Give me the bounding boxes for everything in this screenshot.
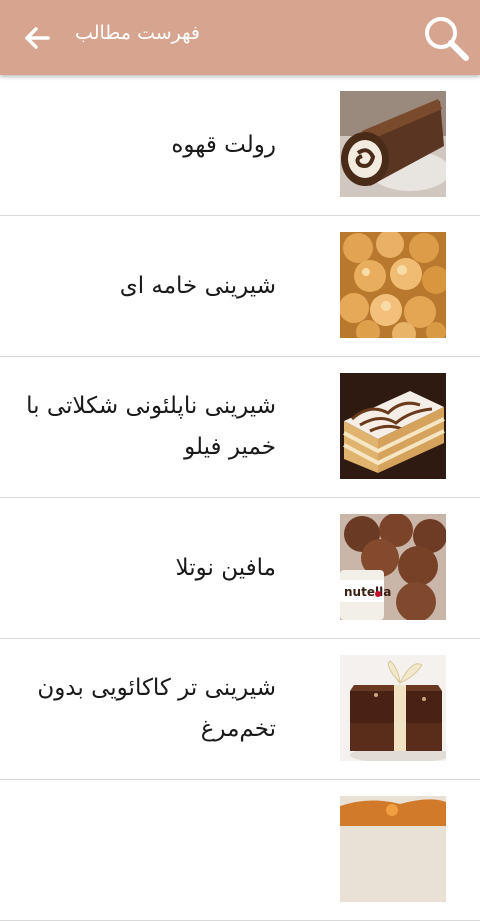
list-item-title: مافین نوتلا xyxy=(175,554,277,581)
chocolate-napoleon-slice-thumbnail xyxy=(340,373,446,479)
list-item-title xyxy=(16,780,276,920)
coffee-roll-cake-thumbnail xyxy=(340,91,446,197)
list-item[interactable] xyxy=(0,780,480,921)
svg-text:nutella: nutella xyxy=(344,585,391,599)
search-icon xyxy=(425,17,469,61)
list-item[interactable]: شیرینی خامه ای xyxy=(0,216,480,357)
list-item-title: شیرینی خامه ای xyxy=(119,272,276,299)
list-item-title: شیرینی ناپلئونی شکلاتی با خمیر فیلو xyxy=(26,393,276,460)
list-item-title: رولت قهوه xyxy=(171,131,276,158)
cream-puff-pastries-thumbnail xyxy=(340,232,446,338)
nutella-muffins-thumbnail: nutella xyxy=(340,514,446,620)
article-list: رولت قهوه شیرینی خامه ای شیرینی ناپلئونی… xyxy=(0,75,480,921)
page-title: فهرست مطالب xyxy=(75,22,200,44)
back-button[interactable] xyxy=(18,18,58,58)
list-item-title: شیرینی تر کاکائویی بدون تخم‌مرغ xyxy=(37,675,276,742)
list-item[interactable]: شیرینی ناپلئونی شکلاتی با خمیر فیلو xyxy=(0,357,480,498)
search-button[interactable] xyxy=(420,12,472,64)
orange-cake-thumbnail xyxy=(340,796,446,902)
app-bar: فهرست مطالب xyxy=(0,0,480,75)
list-item[interactable]: nutella مافین نوتلا xyxy=(0,498,480,639)
arrow-back-icon xyxy=(25,27,50,49)
cocoa-cake-with-ribbon-thumbnail xyxy=(340,655,446,761)
list-item[interactable]: رولت قهوه xyxy=(0,75,480,216)
list-item[interactable]: شیرینی تر کاکائویی بدون تخم‌مرغ xyxy=(0,639,480,780)
